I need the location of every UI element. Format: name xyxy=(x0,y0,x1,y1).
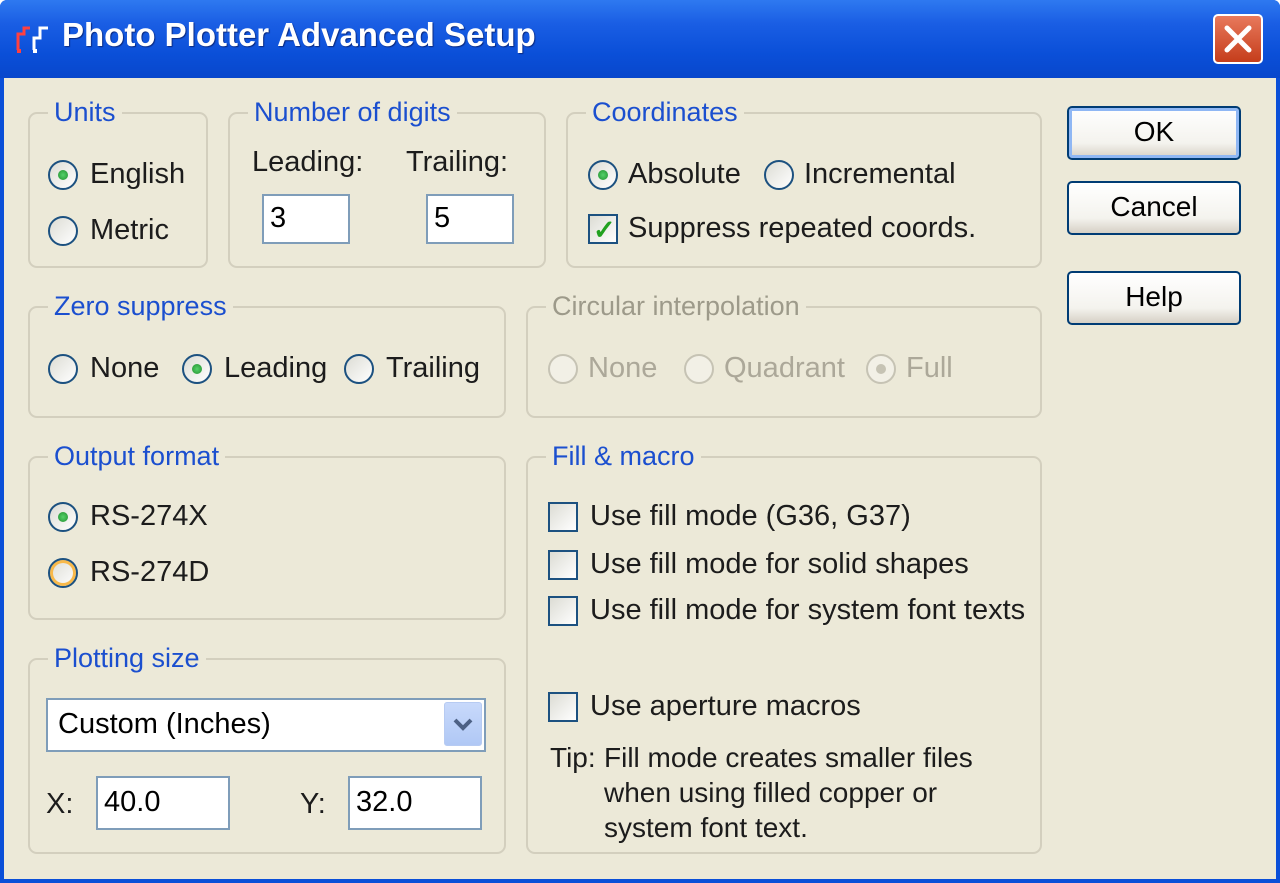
title-bar[interactable]: Photo Plotter Advanced Setup xyxy=(0,0,1280,78)
fill-solid-checkbox[interactable] xyxy=(548,550,578,580)
use-fill-label[interactable]: Use fill mode (G36, G37) xyxy=(590,500,911,532)
digits-legend: Number of digits xyxy=(248,96,457,128)
y-label: Y: xyxy=(300,788,326,820)
fill-macro-legend: Fill & macro xyxy=(546,440,701,472)
output-format-group: Output format RS-274X RS-274D xyxy=(28,440,506,620)
digits-group: Number of digits Leading: Trailing: 3 5 xyxy=(228,96,546,268)
tip-line-1: Fill mode creates smaller files xyxy=(604,742,973,773)
rs274d-label[interactable]: RS-274D xyxy=(90,556,209,588)
tip-line-2: when using filled copper or xyxy=(604,777,938,808)
y-size-input[interactable]: 32.0 xyxy=(348,776,482,830)
rs274x-label[interactable]: RS-274X xyxy=(90,500,208,532)
tip-prefix: Tip: xyxy=(550,742,596,773)
close-icon xyxy=(1224,25,1252,53)
tip-line-3: system font text. xyxy=(604,812,808,843)
suppress-repeated-checkbox[interactable]: ✓ xyxy=(588,214,618,244)
circular-full-label[interactable]: Full xyxy=(906,352,953,384)
units-group: Units English Metric xyxy=(28,96,208,268)
zero-suppress-group: Zero suppress None Leading Trailing xyxy=(28,290,506,418)
circular-none-label[interactable]: None xyxy=(588,352,657,384)
units-legend: Units xyxy=(48,96,122,128)
cancel-button[interactable]: Cancel xyxy=(1067,181,1241,235)
dialog-window: Photo Plotter Advanced Setup Units Engli… xyxy=(0,0,1280,883)
x-size-input[interactable]: 40.0 xyxy=(96,776,230,830)
close-button[interactable] xyxy=(1213,14,1263,64)
ok-button[interactable]: OK xyxy=(1067,106,1241,160)
zero-leading-label[interactable]: Leading xyxy=(224,352,327,384)
trailing-digits-input[interactable]: 5 xyxy=(426,194,514,244)
zero-none-label[interactable]: None xyxy=(90,352,159,384)
plotting-size-legend: Plotting size xyxy=(48,642,206,674)
leading-digits-input[interactable]: 3 xyxy=(262,194,350,244)
zero-suppress-legend: Zero suppress xyxy=(48,290,233,322)
zero-trailing-radio[interactable] xyxy=(344,354,374,384)
fill-text-label[interactable]: Use fill mode for system font texts xyxy=(590,594,1025,626)
circular-interpolation-group: Circular interpolation None Quadrant Ful… xyxy=(526,290,1042,418)
aperture-macros-label[interactable]: Use aperture macros xyxy=(590,690,861,722)
plotting-size-dropdown[interactable]: Custom (Inches) xyxy=(46,698,486,752)
window-title: Photo Plotter Advanced Setup xyxy=(62,16,536,53)
plotting-size-value: Custom (Inches) xyxy=(58,708,271,740)
coordinates-group: Coordinates Absolute Incremental ✓ Suppr… xyxy=(566,96,1042,268)
fill-text-checkbox[interactable] xyxy=(548,596,578,626)
use-fill-checkbox[interactable] xyxy=(548,502,578,532)
help-button[interactable]: Help xyxy=(1067,271,1241,325)
zero-trailing-label[interactable]: Trailing xyxy=(386,352,480,384)
plotting-size-group: Plotting size Custom (Inches) X: 40.0 Y:… xyxy=(28,642,506,854)
english-label[interactable]: English xyxy=(90,158,185,190)
english-radio[interactable] xyxy=(48,160,78,190)
coordinates-legend: Coordinates xyxy=(586,96,744,128)
circular-none-radio[interactable] xyxy=(548,354,578,384)
incremental-label[interactable]: Incremental xyxy=(804,158,956,190)
metric-radio[interactable] xyxy=(48,216,78,246)
rs274x-radio[interactable] xyxy=(48,502,78,532)
circular-legend: Circular interpolation xyxy=(546,290,806,322)
x-label: X: xyxy=(46,788,74,820)
suppress-repeated-label[interactable]: Suppress repeated coords. xyxy=(628,212,976,244)
circular-quadrant-label[interactable]: Quadrant xyxy=(724,352,845,384)
checkmark-icon: ✓ xyxy=(593,215,616,245)
circular-quadrant-radio[interactable] xyxy=(684,354,714,384)
dropdown-button[interactable] xyxy=(444,702,482,746)
plotter-icon xyxy=(16,26,48,53)
trailing-digits-label: Trailing: xyxy=(406,146,509,178)
zero-none-radio[interactable] xyxy=(48,354,78,384)
incremental-radio[interactable] xyxy=(764,160,794,190)
absolute-radio[interactable] xyxy=(588,160,618,190)
absolute-label[interactable]: Absolute xyxy=(628,158,741,190)
metric-label[interactable]: Metric xyxy=(90,214,169,246)
fill-macro-group: Fill & macro Use fill mode (G36, G37) Us… xyxy=(526,440,1042,854)
zero-leading-radio[interactable] xyxy=(182,354,212,384)
fill-solid-label[interactable]: Use fill mode for solid shapes xyxy=(590,548,969,580)
rs274d-radio[interactable] xyxy=(48,558,78,588)
dialog-client: Units English Metric Number of digits Le… xyxy=(4,78,1276,879)
leading-digits-label: Leading: xyxy=(252,146,364,178)
circular-full-radio[interactable] xyxy=(866,354,896,384)
output-format-legend: Output format xyxy=(48,440,226,472)
aperture-macros-checkbox[interactable] xyxy=(548,692,578,722)
chevron-down-icon xyxy=(453,718,473,731)
